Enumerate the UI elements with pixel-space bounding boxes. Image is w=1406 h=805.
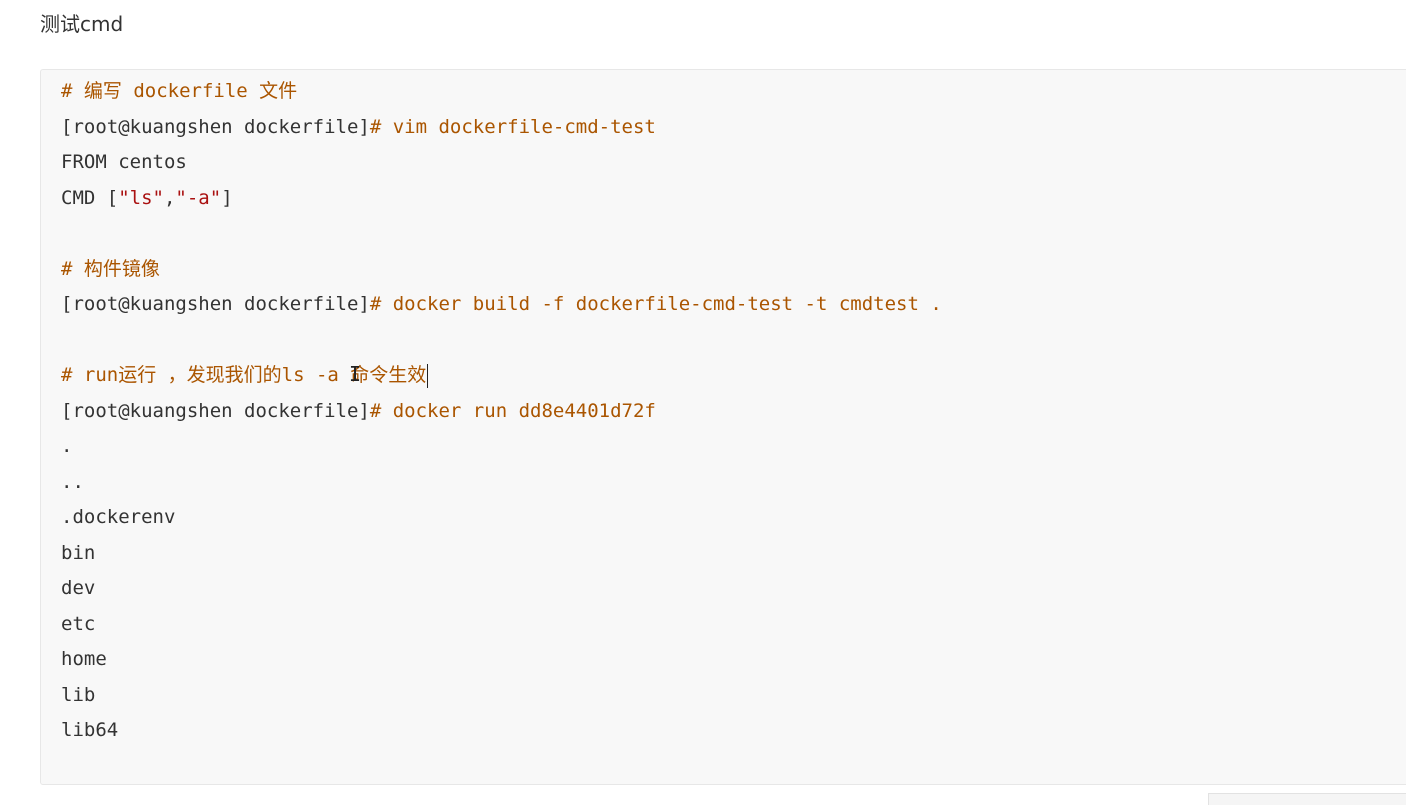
code-token: # docker build -f dockerfile-cmd-test -t… <box>369 293 942 315</box>
code-line: # 构件镜像 <box>61 252 942 288</box>
code-token: FROM centos <box>61 151 187 173</box>
code-token: home <box>61 648 107 670</box>
code-token: "ls" <box>118 186 164 209</box>
code-token: [root@kuangshen dockerfile] <box>61 293 370 315</box>
code-line: dev <box>61 571 942 607</box>
code-line: CMD ["ls","-a"] <box>61 181 942 217</box>
bottom-status-box <box>1208 793 1406 805</box>
code-token: # vim dockerfile-cmd-test <box>369 115 656 138</box>
code-line: [root@kuangshen dockerfile]# docker buil… <box>61 287 942 323</box>
code-line: [root@kuangshen dockerfile]# docker run … <box>61 394 942 430</box>
code-token: # 构件镜像 <box>61 257 160 280</box>
code-line: [root@kuangshen dockerfile]# vim dockerf… <box>61 110 942 146</box>
code-token: dev <box>61 577 96 599</box>
code-token: [root@kuangshen dockerfile] <box>61 399 370 422</box>
code-line: bin <box>61 536 942 572</box>
code-token: , <box>163 186 176 209</box>
code-line: home <box>61 642 942 678</box>
code-line: .. <box>61 465 942 501</box>
section-heading: 测试cmd <box>40 12 124 36</box>
code-lines[interactable]: # 编写 dockerfile 文件 [root@kuangshen docker… <box>61 74 942 749</box>
code-token: .. <box>61 470 84 493</box>
code-line: # run运行 ，发现我们的ls -a 命令生效 <box>61 358 942 394</box>
text-caret <box>427 363 429 388</box>
code-token: lib <box>61 683 96 706</box>
code-token: . <box>61 435 73 457</box>
code-token: # docker run dd8e4401d72f <box>369 399 656 422</box>
code-block[interactable]: # 编写 dockerfile 文件 [root@kuangshen docker… <box>40 69 1406 785</box>
code-token: ] <box>221 186 233 209</box>
code-line: FROM centos <box>61 145 942 181</box>
code-token: CMD [ <box>61 186 119 209</box>
code-line: etc <box>61 607 942 643</box>
code-line: lib64 <box>61 713 942 749</box>
code-token: lib64 <box>61 719 119 741</box>
code-token: .dockerenv <box>61 506 176 528</box>
code-line: .dockerenv <box>61 500 942 536</box>
code-line: . <box>61 429 942 465</box>
code-token: [root@kuangshen dockerfile] <box>61 115 370 138</box>
code-line: # 编写 dockerfile 文件 <box>61 74 942 110</box>
code-token: # run运行 ，发现我们的ls -a 命令生效 <box>61 364 427 386</box>
code-line: lib <box>61 678 942 714</box>
code-token: # 编写 dockerfile 文件 <box>61 80 298 102</box>
code-token: bin <box>61 541 96 564</box>
code-token: etc <box>61 612 96 635</box>
code-token: "-a" <box>175 186 222 209</box>
